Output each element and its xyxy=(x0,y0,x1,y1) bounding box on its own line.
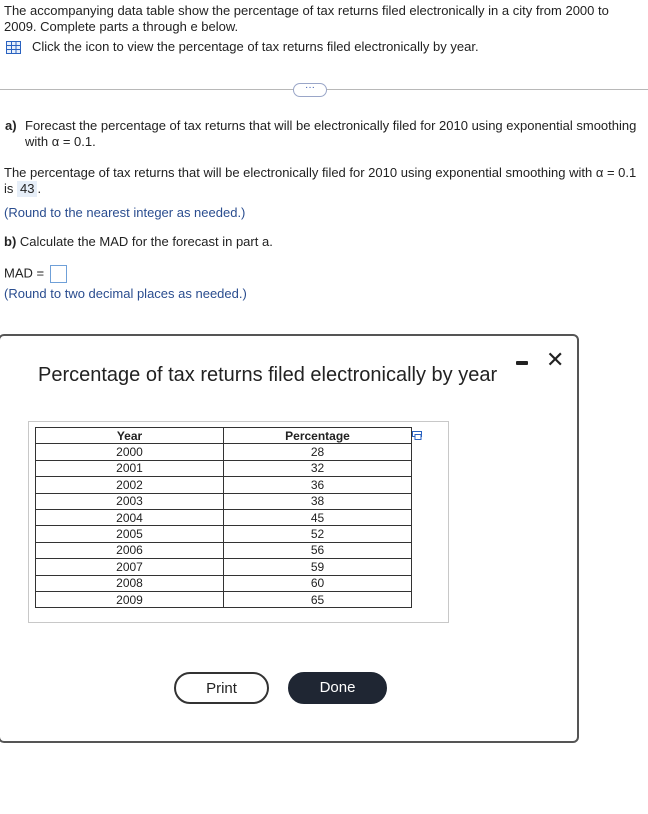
print-button[interactable]: Print xyxy=(174,672,269,704)
part-a-answer-prefix: The percentage of tax returns that will … xyxy=(4,165,637,196)
copy-table-icon[interactable] xyxy=(412,431,422,440)
part-b-text: Calculate the MAD for the forecast in pa… xyxy=(19,234,273,249)
data-table: Year Percentage 2000 28 2001 32 2002 36 200… xyxy=(35,426,412,609)
table-row: 2002 36 xyxy=(35,476,412,494)
table-row: 2008 60 xyxy=(35,574,412,592)
percentage-cell: 28 xyxy=(223,443,412,461)
year-cell: 2005 xyxy=(35,525,224,543)
percentage-cell: 45 xyxy=(223,508,412,527)
part-a-text: Forecast the percentage of tax returns t… xyxy=(25,118,637,149)
table-row: 2005 52 xyxy=(35,525,412,543)
part-a-answer: The percentage of tax returns that will … xyxy=(4,165,640,197)
percentage-cell: 65 xyxy=(223,590,412,609)
percentage-cell: 56 xyxy=(223,541,412,560)
table-row: 2006 56 xyxy=(35,541,412,560)
table-container: Year Percentage 2000 28 2001 32 2002 36 200… xyxy=(28,421,449,623)
part-a-round-note: (Round to the nearest integer as needed.… xyxy=(4,205,246,220)
part-a-answer-value[interactable]: 43 xyxy=(17,181,38,197)
part-a-question: a) Forecast the percentage of tax return… xyxy=(5,118,641,150)
percentage-cell: 36 xyxy=(223,476,412,494)
percentage-cell: 38 xyxy=(223,492,412,510)
mad-row: MAD = xyxy=(4,265,67,283)
mad-input[interactable] xyxy=(49,265,67,283)
percentage-cell: 59 xyxy=(223,558,412,576)
column-header-year: Year xyxy=(35,426,224,445)
column-header-percentage: Percentage xyxy=(223,426,412,445)
table-row: 2007 59 xyxy=(35,558,412,576)
table-row: 2000 28 xyxy=(35,443,412,461)
part-a-label: a) xyxy=(5,118,17,133)
minimize-icon[interactable] xyxy=(516,361,528,365)
percentage-cell: 52 xyxy=(223,525,412,543)
table-row: 2003 38 xyxy=(35,492,412,510)
data-table-dialog: Percentage of tax returns filed electron… xyxy=(0,334,579,743)
data-table-link[interactable]: Click the icon to view the percentage of… xyxy=(6,39,479,55)
intro-text: The accompanying data table show the per… xyxy=(4,3,609,34)
part-b-label: b) xyxy=(4,234,17,249)
part-b-question: b) Calculate the MAD for the forecast in… xyxy=(4,234,273,250)
table-grid-icon[interactable] xyxy=(6,40,21,54)
year-cell: 2001 xyxy=(35,459,224,478)
year-cell: 2007 xyxy=(35,558,224,576)
close-icon[interactable]: ✕ xyxy=(546,349,564,371)
part-a-answer-suffix: . xyxy=(37,181,42,196)
table-row: 2004 45 xyxy=(35,508,412,527)
percentage-cell: 60 xyxy=(223,574,412,592)
part-b-round-note: (Round to two decimal places as needed.) xyxy=(4,286,247,301)
year-cell: 2006 xyxy=(35,541,224,560)
year-cell: 2008 xyxy=(35,574,224,592)
year-cell: 2003 xyxy=(35,492,224,510)
mad-label: MAD = xyxy=(4,265,45,281)
year-cell: 2002 xyxy=(35,476,224,494)
dialog-title: Percentage of tax returns filed electron… xyxy=(38,364,498,386)
table-row: 2009 65 xyxy=(35,590,412,609)
year-cell: 2009 xyxy=(35,590,224,609)
done-button[interactable]: Done xyxy=(288,672,387,704)
icon-instruction: Click the icon to view the percentage of… xyxy=(32,39,479,54)
expand-more-button[interactable]: ··· xyxy=(293,83,327,97)
table-row: 2001 32 xyxy=(35,459,412,478)
year-cell: 2004 xyxy=(35,508,224,527)
year-cell: 2000 xyxy=(35,443,224,461)
percentage-cell: 32 xyxy=(223,459,412,478)
